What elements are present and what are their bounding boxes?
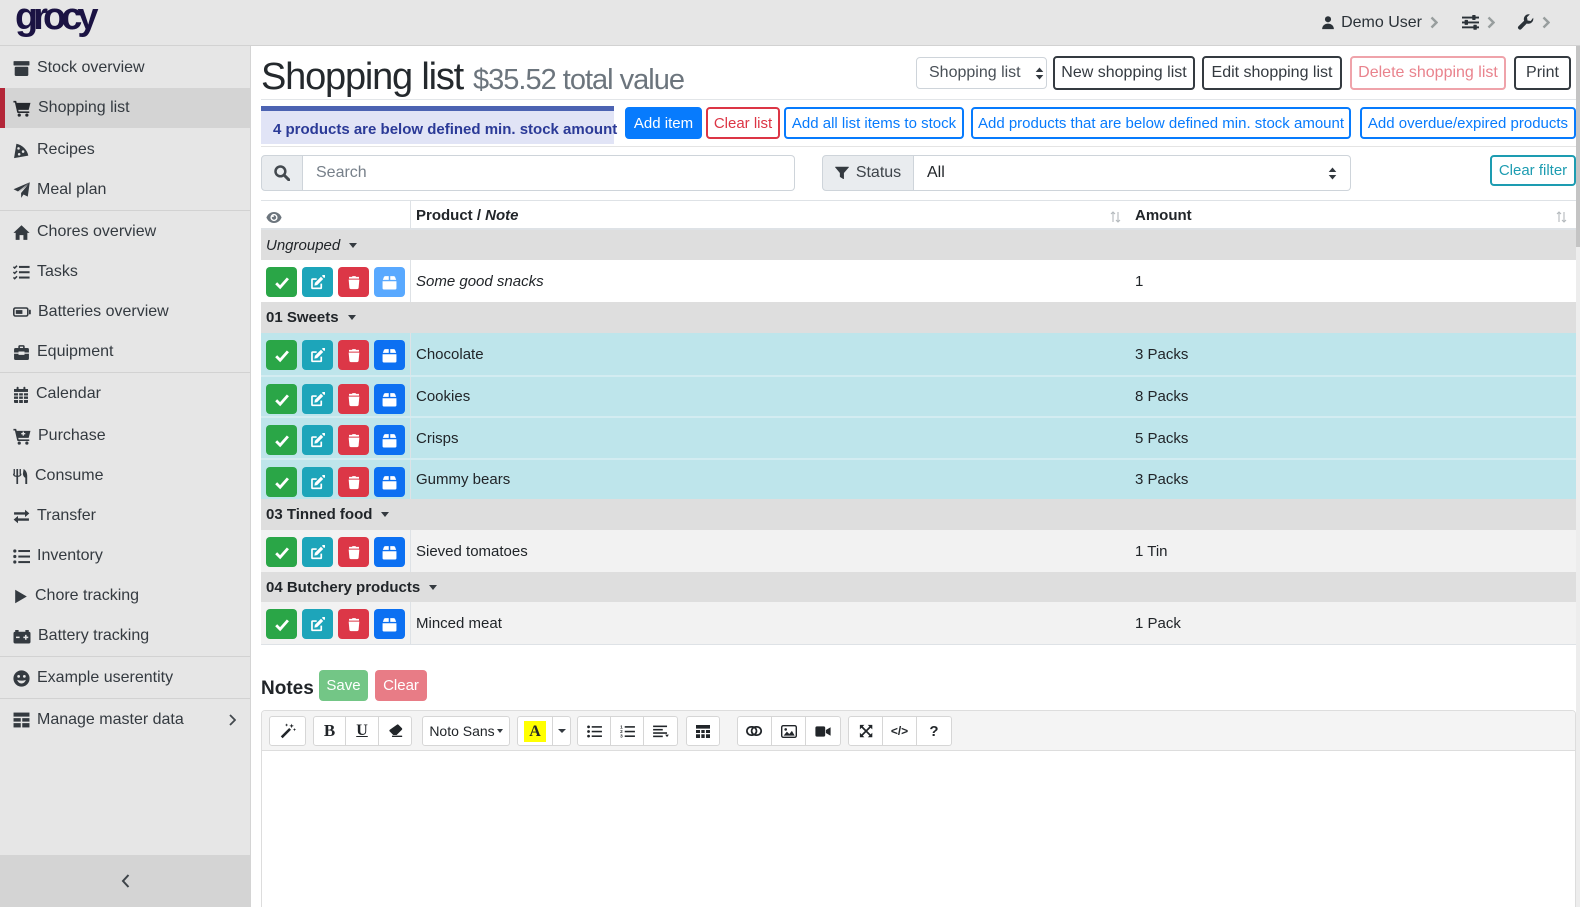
svg-text:3: 3 — [620, 733, 623, 737]
